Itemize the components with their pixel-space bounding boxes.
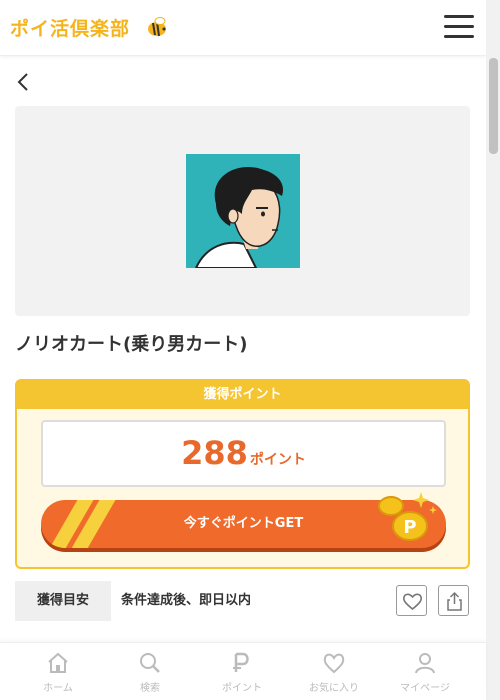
points-heading: 獲得ポイント — [17, 381, 468, 409]
favorite-button[interactable] — [396, 585, 427, 616]
tab-mypage[interactable]: マイページ — [380, 651, 470, 694]
estimate-value: 条件達成後、即日以内 — [121, 593, 252, 608]
hamburger-menu-icon[interactable] — [444, 15, 474, 39]
scrollbar-thumb[interactable] — [489, 58, 498, 154]
share-icon — [447, 591, 462, 611]
heart-icon — [402, 593, 423, 611]
tab-label: マイページ — [400, 683, 450, 694]
search-icon — [140, 653, 160, 673]
tab-points[interactable]: ポイント — [197, 651, 287, 694]
bottom-tab-bar: ホーム 検索 ポイント お気に入り マイページ — [0, 642, 486, 700]
points-unit: ポイント — [249, 452, 306, 468]
coins-icon: P — [378, 492, 437, 541]
tab-search[interactable]: 検索 — [105, 651, 195, 694]
points-display: 288 ポイント — [41, 420, 446, 487]
offer-title: ノリオカート(乗り男カート) — [15, 334, 248, 355]
app-header: ポイ活倶楽部 — [0, 0, 486, 56]
tab-label: お気に入り — [309, 683, 359, 694]
app-logo[interactable]: ポイ活倶楽部 — [10, 14, 130, 41]
tab-label: 検索 — [140, 683, 160, 694]
tab-home[interactable]: ホーム — [13, 651, 103, 694]
svg-text:P: P — [403, 517, 416, 538]
tab-label: ホーム — [43, 683, 73, 694]
estimate-label: 獲得目安 — [15, 581, 111, 621]
point-p-icon — [233, 652, 249, 672]
home-icon — [48, 652, 68, 673]
share-button[interactable] — [438, 585, 469, 616]
person-icon — [415, 653, 435, 674]
tab-label: ポイント — [222, 683, 262, 694]
offer-thumbnail — [186, 154, 300, 268]
offer-image-panel — [15, 106, 470, 316]
tab-favorites[interactable]: お気に入り — [289, 651, 379, 694]
bee-icon — [148, 17, 166, 37]
points-value: 288 — [181, 434, 248, 472]
heart-icon — [323, 653, 345, 674]
chevron-left-icon[interactable] — [14, 70, 32, 94]
